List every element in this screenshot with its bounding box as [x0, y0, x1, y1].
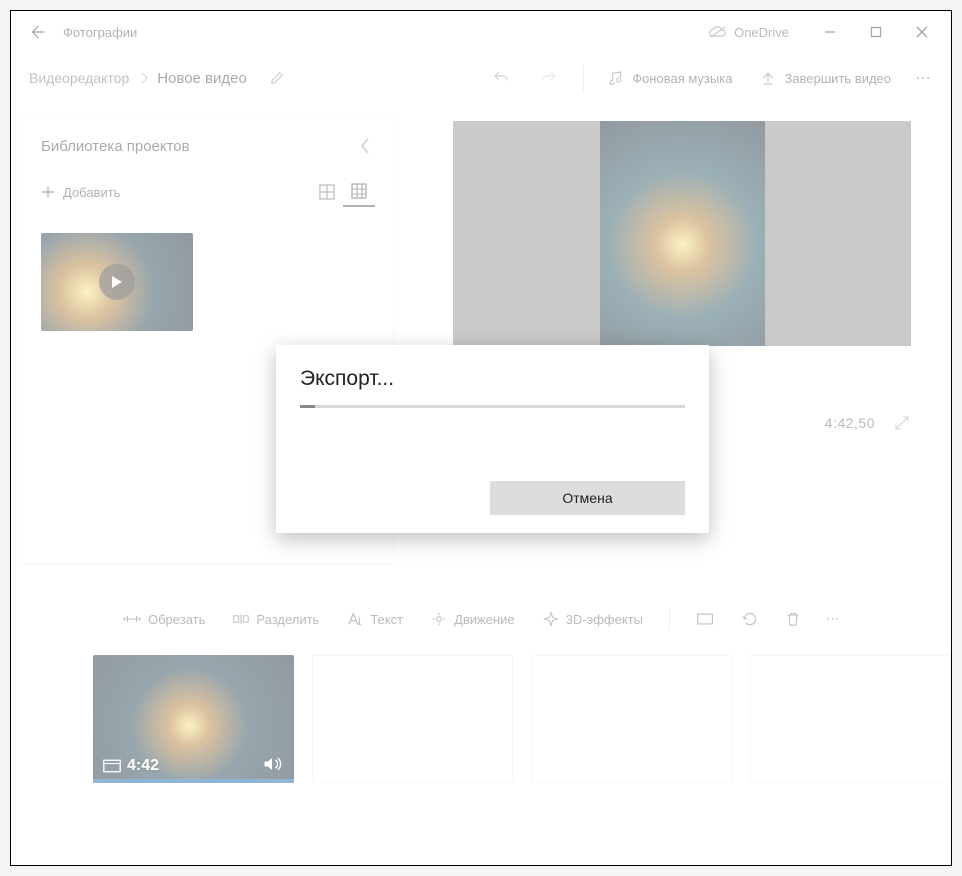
progress-bar: [300, 405, 685, 408]
background-music-button[interactable]: Фоновая музыка: [594, 64, 746, 92]
editor-toolbar: Видеоредактор Новое видео Фоновая музыка…: [11, 53, 951, 103]
preview-time: 4:42,50: [825, 415, 875, 431]
onedrive-button[interactable]: OneDrive: [708, 25, 789, 40]
project-name[interactable]: Новое видео: [149, 64, 255, 93]
arrow-left-icon: [28, 23, 46, 41]
aspect-ratio-button[interactable]: [684, 606, 726, 632]
app-title: Фотографии: [63, 25, 137, 40]
storyboard-empty-slot[interactable]: [312, 655, 513, 783]
music-note-icon: [608, 70, 624, 86]
split-button[interactable]: Разделить: [221, 606, 331, 633]
storyboard-empty-slot[interactable]: [750, 655, 951, 783]
clip-toolbar: Обрезать Разделить Текст Движение 3D-эфф…: [11, 593, 951, 645]
film-icon: [103, 759, 121, 773]
redo-icon: [539, 69, 559, 87]
grid-large-icon: [319, 184, 335, 200]
finish-video-button[interactable]: Завершить видео: [746, 64, 905, 92]
title-bar: Фотографии OneDrive: [11, 11, 951, 53]
chevron-right-icon: [139, 71, 149, 85]
storyboard-empty-slot[interactable]: [531, 655, 732, 783]
delete-button[interactable]: [774, 605, 812, 633]
split-icon: [233, 612, 249, 626]
motion-icon: [431, 611, 447, 627]
dialog-title: Экспорт...: [300, 367, 685, 391]
app-window: Фотографии OneDrive Видеоредактор Новое …: [10, 10, 952, 866]
fullscreen-button[interactable]: [893, 414, 911, 432]
trim-button[interactable]: Обрезать: [111, 606, 217, 633]
progress-indicator: [300, 405, 315, 408]
breadcrumb-root[interactable]: Видеоредактор: [19, 64, 139, 92]
rotate-icon: [742, 611, 758, 627]
export-icon: [760, 70, 776, 86]
expand-icon: [893, 414, 911, 432]
maximize-button[interactable]: [853, 11, 899, 53]
text-icon: [347, 612, 363, 626]
rotate-button[interactable]: [730, 605, 770, 633]
storyboard-clip[interactable]: 4:42: [93, 655, 294, 783]
clip-audio-icon: [262, 755, 282, 773]
view-small-button[interactable]: [343, 177, 375, 207]
maximize-icon: [870, 26, 882, 38]
toolbar-divider: [583, 65, 584, 91]
more-menu-button[interactable]: ⋯: [905, 62, 943, 94]
back-button[interactable]: [17, 23, 57, 41]
add-media-button[interactable]: Добавить: [41, 185, 120, 200]
preview-content: [600, 121, 765, 346]
3d-effects-button[interactable]: 3D-эффекты: [531, 605, 655, 633]
cloud-icon: [708, 25, 728, 39]
motion-button[interactable]: Движение: [419, 605, 527, 633]
storyboard: 4:42: [11, 645, 951, 783]
redo-button[interactable]: [525, 63, 573, 93]
minimize-icon: [824, 26, 836, 38]
minimize-button[interactable]: [807, 11, 853, 53]
plus-icon: [41, 185, 55, 199]
sparkle-icon: [543, 611, 559, 627]
undo-button[interactable]: [477, 63, 525, 93]
library-title: Библиотека проектов: [41, 138, 355, 155]
bg-music-label: Фоновая музыка: [632, 71, 732, 86]
crop-icon: [696, 612, 714, 626]
undo-icon: [491, 69, 511, 87]
trash-icon: [786, 611, 800, 627]
video-preview[interactable]: [453, 121, 911, 346]
clip-more-button[interactable]: ⋯: [816, 605, 851, 633]
toolbar-divider: [669, 608, 670, 630]
close-icon: [916, 26, 928, 38]
collapse-library-button[interactable]: [355, 133, 375, 159]
add-label: Добавить: [63, 185, 120, 200]
clip-duration-badge: 4:42: [103, 757, 159, 775]
grid-small-icon: [351, 183, 367, 199]
export-dialog: Экспорт... Отмена: [276, 345, 709, 533]
cancel-button[interactable]: Отмена: [490, 481, 685, 515]
onedrive-label: OneDrive: [734, 25, 789, 40]
play-icon: [110, 275, 124, 289]
play-overlay: [99, 264, 135, 300]
pencil-icon: [269, 70, 285, 86]
close-button[interactable]: [899, 11, 945, 53]
trim-icon: [123, 612, 141, 626]
library-thumbnail[interactable]: [41, 233, 193, 331]
chevron-left-icon: [359, 137, 371, 155]
finish-label: Завершить видео: [784, 71, 891, 86]
view-large-button[interactable]: [311, 178, 343, 206]
rename-button[interactable]: [263, 64, 291, 92]
text-button[interactable]: Текст: [335, 606, 415, 633]
